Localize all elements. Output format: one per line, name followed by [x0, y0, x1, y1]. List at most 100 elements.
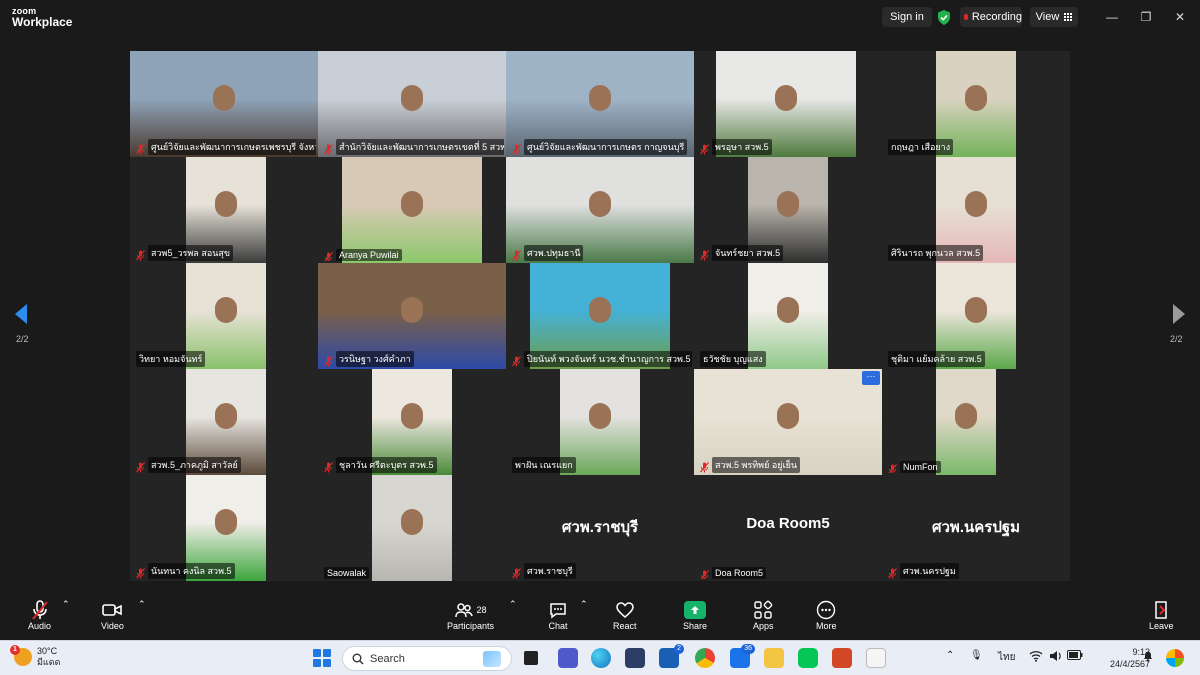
participant-tile[interactable]: กฤษฎา เสือยาง: [882, 51, 1070, 157]
participant-tile[interactable]: ศวพ.ราชบุรี ศวพ.ราชบุรี: [506, 475, 694, 581]
taskbar-search-box[interactable]: Search: [342, 646, 512, 671]
windows-start-icon[interactable]: [313, 649, 331, 667]
participant-display-name: ศวพ.ราชบุรี: [561, 519, 639, 536]
participant-name-label: Saowalak: [324, 567, 370, 579]
participant-tile[interactable]: NumFon: [882, 369, 1070, 475]
participant-tile[interactable]: วิทยา หอมจันทร์: [130, 263, 318, 369]
participant-tile[interactable]: สวพ5_วรพล สอนสุข: [130, 157, 318, 263]
tile-more-options-icon[interactable]: ···: [862, 371, 880, 385]
video-button[interactable]: Video: [101, 599, 124, 631]
file-explorer-icon[interactable]: [764, 648, 784, 668]
document-app-icon[interactable]: [866, 648, 886, 668]
task-view-icon[interactable]: [524, 651, 538, 665]
person-silhouette: [777, 402, 799, 429]
view-button[interactable]: View: [1030, 7, 1078, 27]
participant-tile[interactable]: Saowalak: [318, 475, 506, 581]
participant-tile[interactable]: ชุติมา แย้มคล้าย สวพ.5: [882, 263, 1070, 369]
participant-name-label: ธวัชชัย บุญแสง: [700, 351, 766, 367]
store-icon[interactable]: [625, 648, 645, 668]
wifi-icon[interactable]: [1029, 650, 1043, 665]
copilot-icon[interactable]: [1166, 649, 1184, 667]
edge-browser-icon[interactable]: [591, 648, 611, 668]
chrome-icon[interactable]: [695, 648, 715, 668]
mic-muted-icon: [136, 248, 145, 260]
participant-tile[interactable]: Aranya Puwilai: [318, 157, 506, 263]
participants-icon: 28: [454, 599, 487, 621]
mic-muted-icon: [512, 142, 521, 154]
react-button[interactable]: React: [613, 599, 637, 631]
more-button[interactable]: More: [816, 599, 837, 631]
participant-name-label: สวพ.5_ภาคภูมิ สาวัลย์: [136, 457, 241, 473]
mic-muted-icon: [324, 460, 333, 472]
participant-tile[interactable]: ชุลาวัน ศรีตะบุตร สวพ.5: [318, 369, 506, 475]
video-gallery: ศูนย์วิจัยและพัฒนาการเกษตรเพชรบุรี จังหว…: [130, 51, 1070, 581]
mic-muted-icon: [700, 460, 709, 472]
participant-tile[interactable]: จันทร์ชยา สวพ.5: [694, 157, 882, 263]
language-indicator[interactable]: ไทย: [998, 650, 1015, 665]
participant-tile[interactable]: Doa Room5 Doa Room5: [694, 475, 882, 581]
person-silhouette: [589, 296, 611, 323]
person-silhouette: [401, 508, 423, 535]
person-silhouette: [965, 84, 987, 111]
participant-tile[interactable]: วรนิษฐา วงศ์คำภา: [318, 263, 506, 369]
participant-tile[interactable]: สวพ.5_ภาคภูมิ สาวัลย์: [130, 369, 318, 475]
participant-tile[interactable]: พาฝัน เณรแยก: [506, 369, 694, 475]
participant-name-label: กฤษฎา เสือยาง: [888, 139, 954, 155]
recording-indicator[interactable]: Recording: [960, 7, 1022, 27]
participant-name-label: สวพ.5 พรทิพย์ อยู่เย็น: [700, 457, 801, 473]
line-app-icon[interactable]: [798, 648, 818, 668]
audio-options-chevron-icon[interactable]: ⌃: [62, 599, 70, 610]
leave-button[interactable]: Leave: [1149, 599, 1174, 631]
chat-button[interactable]: Chat: [548, 599, 568, 631]
battery-icon[interactable]: [1067, 650, 1083, 663]
participant-name-label: พรอุษา สวพ.5: [700, 139, 772, 155]
participant-tile[interactable]: พรอุษา สวพ.5: [694, 51, 882, 157]
participant-tile[interactable]: ศูนย์วิจัยและพัฒนาการเกษตรเพชรบุรี จังหว…: [130, 51, 318, 157]
participant-name-label: พาฝัน เณรแยก: [512, 457, 576, 473]
person-silhouette: [401, 402, 423, 429]
volume-icon[interactable]: [1049, 650, 1063, 665]
participants-options-chevron-icon[interactable]: ⌃: [509, 599, 517, 610]
notification-bell-icon[interactable]: [1142, 650, 1154, 665]
zoom-logo: zoom Workplace: [12, 6, 73, 29]
person-silhouette: [213, 84, 235, 111]
share-button[interactable]: Share: [683, 599, 707, 631]
learning-app-icon[interactable]: 2: [659, 644, 684, 668]
participant-tile[interactable]: ธวัชชัย บุญแสง: [694, 263, 882, 369]
audio-button[interactable]: Audio: [28, 599, 51, 631]
restore-button[interactable]: ❐: [1137, 8, 1155, 26]
participant-tile[interactable]: นันทนา คงนิล สวพ.5: [130, 475, 318, 581]
mic-muted-icon: [512, 566, 521, 578]
participant-tile[interactable]: ··· สวพ.5 พรทิพย์ อยู่เย็น: [694, 369, 882, 475]
weather-widget[interactable]: 1 30°C มีแดด: [10, 645, 60, 668]
participants-button[interactable]: 28 Participants: [447, 599, 494, 631]
next-page-arrow-icon[interactable]: [1168, 302, 1188, 326]
participant-name-label: ศูนย์วิจัยและพัฒนาการเกษตร กาญจนบุรี: [512, 139, 688, 155]
previous-page-arrow-icon[interactable]: [12, 302, 32, 326]
participant-tile[interactable]: สำนักวิจัยและพัฒนาการเกษตรเขตที่ 5 สวพ.5: [318, 51, 506, 157]
participant-name-label: วรนิษฐา วงศ์คำภา: [324, 351, 414, 367]
microphone-tray-icon[interactable]: 🎙: [970, 650, 983, 661]
participant-name-label: ศิรินารถ พุกนวล สวพ.5: [888, 245, 984, 261]
mail-icon[interactable]: 36: [730, 644, 755, 668]
recording-dot-icon: [964, 14, 968, 20]
apps-button[interactable]: Apps: [753, 599, 774, 631]
chat-options-chevron-icon[interactable]: ⌃: [580, 599, 588, 610]
security-shield-icon[interactable]: [936, 7, 952, 27]
participant-display-name: ศวพ.นครปฐม: [931, 519, 1021, 536]
minimize-button[interactable]: —: [1103, 8, 1121, 26]
video-options-chevron-icon[interactable]: ⌃: [138, 599, 146, 610]
show-hidden-icons-chevron-icon[interactable]: ⌃: [946, 650, 954, 661]
participant-name-label: นันทนา คงนิล สวพ.5: [136, 563, 235, 579]
participant-tile[interactable]: ปิยนันท์ พวงจันทร์ นวช.ชำนาญการ สวพ.5: [506, 263, 694, 369]
powerpoint-icon[interactable]: [832, 648, 852, 668]
teams-icon[interactable]: [558, 648, 578, 668]
sign-in-button[interactable]: Sign in: [882, 7, 932, 27]
close-button[interactable]: ✕: [1171, 8, 1189, 26]
participant-tile[interactable]: ศวพ.นครปฐม ศวพ.นครปฐม: [882, 475, 1070, 581]
meeting-toolbar: Audio ⌃ Video ⌃ 28 Participants ⌃ Chat ⌃: [0, 593, 1200, 640]
participant-tile[interactable]: ศูนย์วิจัยและพัฒนาการเกษตร กาญจนบุรี: [506, 51, 694, 157]
participant-name-label: จันทร์ชยา สวพ.5: [700, 245, 784, 261]
participant-tile[interactable]: ศวพ.ปทุมธานี: [506, 157, 694, 263]
participant-tile[interactable]: ศิรินารถ พุกนวล สวพ.5: [882, 157, 1070, 263]
